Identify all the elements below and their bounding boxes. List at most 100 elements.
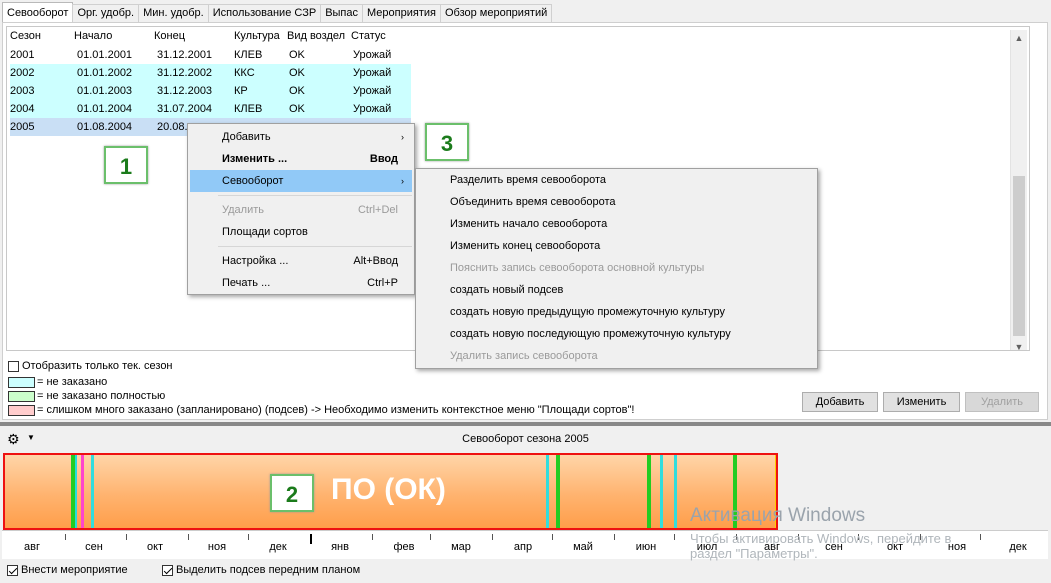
menu-separator [218, 195, 412, 196]
timeline-marker [75, 455, 77, 528]
legend-too-much: = слишком много заказано (запланировано)… [8, 404, 634, 416]
menu-item-delete[interactable]: Удалить Ctrl+Del [190, 199, 412, 221]
column-header-end[interactable]: Конец [154, 27, 185, 45]
panel-splitter[interactable] [0, 422, 1051, 426]
tab-events[interactable]: Мероприятия [362, 4, 441, 22]
menu-item-add-label: Добавить [222, 131, 271, 143]
cell-start: 01.01.2001 [77, 49, 133, 61]
timeline-bar[interactable]: ПО (ОК) [3, 453, 778, 530]
legend-swatch-cyan [8, 376, 35, 388]
cell-end: 31.12.2001 [157, 49, 213, 61]
month-label: фев [393, 541, 415, 553]
axis-tick [980, 534, 981, 540]
legend-swatch-pink [8, 404, 35, 416]
tab-mineral-fertilizer[interactable]: Мин. удобр. [138, 4, 209, 22]
column-header-season[interactable]: Сезон [10, 27, 41, 45]
cell-season: 2002 [10, 67, 35, 79]
axis-tick [674, 534, 675, 540]
scroll-thumb[interactable] [1013, 176, 1025, 336]
submenu-item-merge-rotation[interactable]: Объединить время севооборота [418, 191, 815, 213]
submenu-item-new-previous-catch-crop[interactable]: создать новую предыдущую промежуточную к… [418, 301, 815, 323]
list-scrollbar[interactable]: ▲ ▼ [1010, 30, 1027, 350]
month-label: дек [1009, 541, 1027, 553]
month-label: май [573, 541, 593, 553]
add-events-checkbox[interactable] [7, 564, 18, 576]
cell-start: 01.01.2003 [77, 85, 133, 97]
table-row[interactable]: 2003 01.01.2003 31.12.2003 КР OK Урожай [10, 82, 411, 100]
column-header-culture[interactable]: Культура [234, 27, 280, 45]
edit-button[interactable]: Изменить [883, 392, 960, 412]
crop-rotation-submenu: Разделить время севооборота Объединить в… [415, 168, 818, 369]
scroll-up-icon[interactable]: ▲ [1011, 30, 1027, 46]
month-label: окт [146, 541, 164, 553]
timeline-marker [91, 455, 94, 528]
month-label: янв [331, 541, 349, 553]
only-current-season-option[interactable]: Отобразить только тек. сезон [8, 360, 173, 372]
callout-2: 2 [270, 474, 314, 512]
menu-item-crop-rotation[interactable]: Севооборот › [190, 170, 412, 192]
windows-activation-hint: Чтобы активировать Windows, перейдите в … [690, 531, 951, 561]
menu-item-crop-rotation-label: Севооборот [222, 175, 284, 187]
add-button[interactable]: Добавить [802, 392, 878, 412]
cell-type: OK [289, 103, 305, 115]
submenu-item-change-end[interactable]: Изменить конец севооборота [418, 235, 815, 257]
table-row[interactable]: 2002 01.01.2002 31.12.2002 ККС OK Урожай [10, 64, 411, 82]
windows-activation-hint-line: раздел "Параметры". [690, 546, 818, 561]
tab-grazing[interactable]: Выпас [320, 4, 364, 22]
tab-pesticide-use[interactable]: Использование СЗР [207, 4, 322, 22]
tab-crop-rotation[interactable]: Севооборот [2, 2, 74, 22]
column-header-start[interactable]: Начало [74, 27, 112, 45]
add-events-option[interactable]: Внести мероприятие [7, 564, 128, 576]
cell-season: 2001 [10, 49, 35, 61]
submenu-item-split-rotation[interactable]: Разделить время севооборота [418, 169, 815, 191]
submenu-item-delete-record[interactable]: Удалить запись севооборота [418, 345, 815, 367]
axis-tick [492, 534, 493, 540]
cell-type: OK [289, 49, 305, 61]
axis-tick [552, 534, 553, 540]
month-label: мар [451, 541, 471, 553]
menu-item-edit[interactable]: Изменить ... Ввод [190, 148, 412, 170]
menu-item-settings[interactable]: Настройка ... Alt+Ввод [190, 250, 412, 272]
menu-item-settings-label: Настройка ... [222, 255, 289, 267]
menu-item-delete-label: Удалить [222, 204, 264, 216]
cell-end: 31.07.2004 [157, 103, 213, 115]
scroll-down-icon[interactable]: ▼ [1011, 339, 1027, 350]
cell-season: 2004 [10, 103, 35, 115]
cell-status: Урожай [353, 67, 392, 79]
submenu-item-new-next-catch-crop[interactable]: создать новую последующую промежуточную … [418, 323, 815, 345]
column-header-status[interactable]: Статус [351, 27, 386, 45]
menu-item-print[interactable]: Печать ... Ctrl+P [190, 272, 412, 294]
highlight-undersow-checkbox[interactable] [162, 564, 173, 576]
menu-item-variety-areas[interactable]: Площади сортов [190, 221, 412, 243]
cell-culture: ККС [234, 67, 255, 79]
column-header-type[interactable]: Вид воздел [287, 27, 345, 45]
tab-events-overview[interactable]: Обзор мероприятий [439, 4, 553, 22]
delete-button[interactable]: Удалить [965, 392, 1039, 412]
submenu-item-new-undersow[interactable]: создать новый подсев [418, 279, 815, 301]
legend-not-fully: = не заказано полностью [8, 390, 165, 402]
callout-1: 1 [104, 146, 148, 184]
timeline-options: Внести мероприятие Выделить подсев перед… [2, 561, 1048, 581]
axis-tick [372, 534, 373, 540]
highlight-undersow-option[interactable]: Выделить подсев передним планом [162, 564, 360, 576]
tab-organic-fertilizer[interactable]: Орг. удобр. [72, 4, 140, 22]
only-current-season-checkbox[interactable] [8, 360, 19, 372]
legend-swatch-green [8, 390, 35, 402]
cell-season: 2003 [10, 85, 35, 97]
cell-status: Урожай [353, 49, 392, 61]
table-row[interactable]: 2001 01.01.2001 31.12.2001 КЛЕВ OK Урожа… [10, 46, 411, 64]
submenu-item-change-start[interactable]: Изменить начало севооборота [418, 213, 815, 235]
cell-start: 01.08.2004 [77, 121, 133, 133]
timeline-marker [647, 455, 651, 528]
cell-end: 31.12.2002 [157, 67, 213, 79]
menu-item-add[interactable]: Добавить › [190, 126, 412, 148]
chevron-right-icon: › [401, 176, 404, 186]
cell-type: OK [289, 85, 305, 97]
cell-culture: КЛЕВ [234, 103, 263, 115]
submenu-item-explain-record[interactable]: Пояснить запись севооборота основной кул… [418, 257, 815, 279]
month-label: апр [513, 541, 533, 553]
axis-tick-year [310, 534, 312, 544]
cell-status: Урожай [353, 85, 392, 97]
menu-item-print-label: Печать ... [222, 277, 271, 289]
table-row[interactable]: 2004 01.01.2004 31.07.2004 КЛЕВ OK Урожа… [10, 100, 411, 118]
